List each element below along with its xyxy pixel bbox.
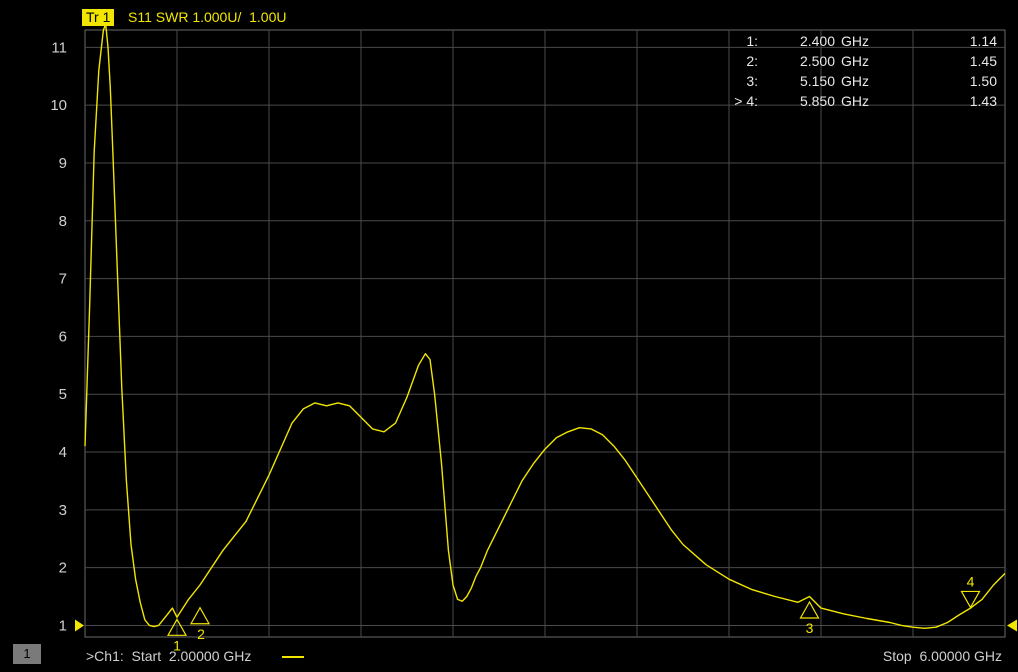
marker-label: 3 (806, 620, 814, 636)
marker-row-3: 3: 5.150 GHz 1.50 (746, 73, 997, 89)
marker-row-unit: GHz (841, 93, 869, 109)
channel-start-label[interactable]: >Ch1: Start 2.00000 GHz (86, 648, 251, 664)
marker-row-frequency: 5.150 (800, 73, 835, 89)
plot-area[interactable]: 1234567891011 12 34 1: 2.400 GHz 1.142: 2.500… (0, 0, 1018, 672)
marker-4: 4 (960, 573, 981, 609)
marker-triangle-up (189, 606, 211, 625)
channel-badge[interactable]: 1 (13, 644, 41, 664)
channel-stop-label[interactable]: Stop 6.00000 GHz (883, 648, 1002, 664)
reference-arrow-left (75, 619, 84, 632)
marker-row-4: > 4: 5.850 GHz 1.43 (734, 93, 997, 109)
marker-3: 3 (799, 600, 820, 636)
reference-arrow-right (1007, 619, 1017, 632)
y-tick-label: 6 (59, 328, 67, 345)
y-tick-label: 10 (50, 97, 67, 114)
marker-row-unit: GHz (841, 33, 869, 49)
marker-row-value: 1.45 (970, 53, 997, 69)
marker-label: 4 (967, 573, 975, 589)
y-tick-label: 3 (59, 502, 67, 519)
marker-triangle-up (799, 600, 820, 619)
marker-row-id: 2: (746, 53, 758, 69)
marker-table: 1: 2.400 GHz 1.14 2: 2.500 GHz 1.45 3: 5.150 GHz 1.… (734, 33, 997, 109)
trace-title[interactable]: S11 SWR 1.000U/ 1.00U (128, 9, 286, 26)
marker-row-frequency: 2.500 (800, 53, 835, 69)
marker-triangle-down (960, 590, 981, 609)
y-tick-label: 2 (59, 560, 67, 577)
y-tick-label: 4 (59, 444, 67, 461)
y-tick-label: 7 (59, 271, 67, 288)
marker-row-2: 2: 2.500 GHz 1.45 (746, 53, 997, 69)
marker-row-1: 1: 2.400 GHz 1.14 (746, 33, 997, 49)
y-tick-labels: 1 2 3 4 5 6 7 8 9 10 11 (50, 39, 67, 634)
marker-row-value: 1.14 (970, 33, 997, 49)
marker-row-value: 1.50 (970, 73, 997, 89)
marker-row-value: 1.43 (970, 93, 997, 109)
marker-row-unit: GHz (841, 73, 869, 89)
marker-label: 2 (197, 626, 205, 642)
marker-row-frequency: 2.400 (800, 33, 835, 49)
marker-row-id: 3: (746, 73, 758, 89)
y-tick-label: 5 (59, 386, 67, 403)
trace-tag[interactable]: Tr 1 (82, 9, 115, 26)
marker-row-id: > 4: (734, 93, 758, 109)
y-tick-label: 11 (51, 39, 67, 56)
y-tick-label: 8 (59, 213, 67, 230)
grid (84, 29, 1006, 638)
y-tick-label: 1 (59, 617, 67, 634)
marker-layer: 12 34 (166, 573, 981, 653)
marker-row-id: 1: (746, 33, 758, 49)
trace-color-swatch (282, 656, 304, 658)
marker-row-unit: GHz (841, 53, 869, 69)
marker-row-frequency: 5.850 (800, 93, 835, 109)
y-tick-label: 9 (59, 155, 67, 172)
